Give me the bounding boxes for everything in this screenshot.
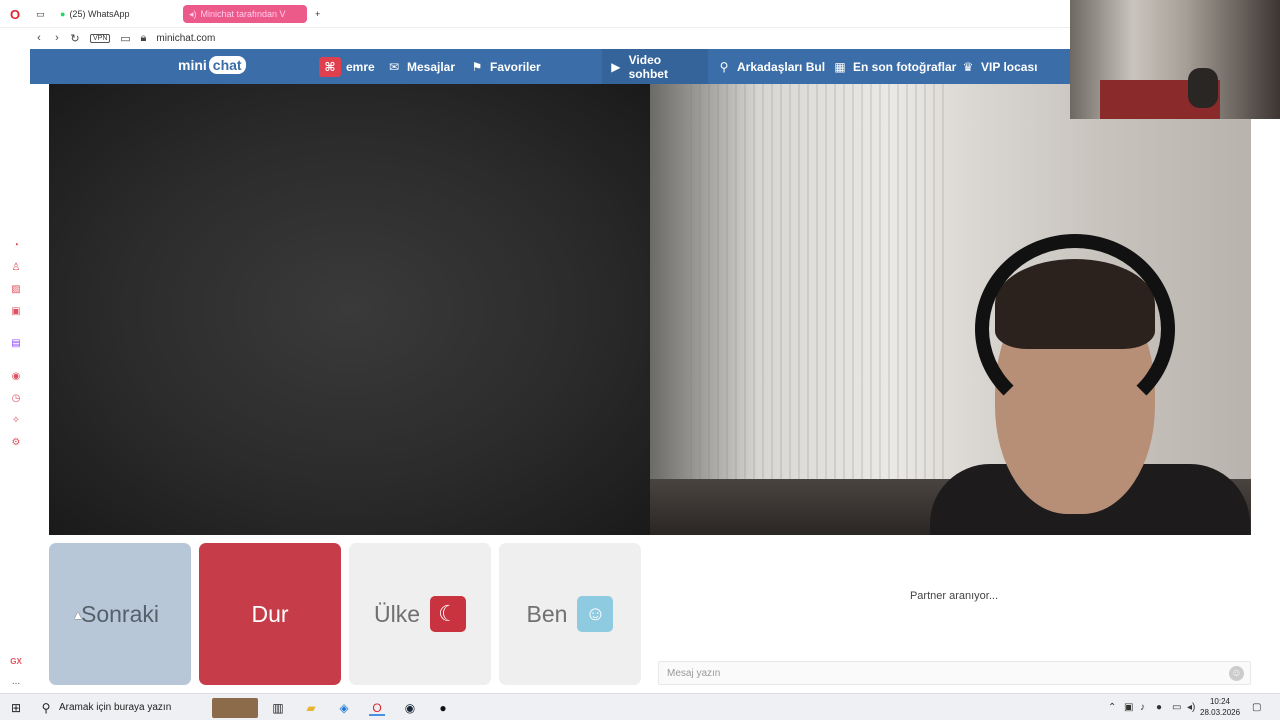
whatsapp-icon: ● — [60, 9, 66, 19]
search-icon: ⚲ — [41, 701, 51, 715]
reload-icon[interactable]: ↻ — [66, 32, 84, 45]
speaker-icon: ◂) — [189, 8, 197, 19]
lock-icon: 🔒︎ — [140, 31, 147, 44]
nav-messages[interactable]: ✉ Mesajlar — [380, 49, 461, 84]
next-button-label: Sonraki — [81, 600, 159, 627]
windows-start-icon[interactable]: ⊞ — [8, 700, 24, 716]
turkey-flag-icon: ☾ — [430, 596, 466, 632]
mouse-cursor: ▲ — [72, 608, 84, 622]
opera-gx-icon[interactable]: O — [369, 700, 385, 716]
tab-whatsapp-label: (25) WhatsApp — [69, 9, 130, 19]
camera-icon[interactable]: ▭ — [116, 32, 134, 45]
clock-date: 28.03.2026 — [1200, 708, 1241, 717]
history-icon[interactable]: ◷ — [10, 393, 22, 405]
gx-icon[interactable]: GX — [10, 656, 22, 668]
nav-video-chat-label: Video sohbet — [628, 52, 668, 81]
nav-favorites[interactable]: ⚑ Favoriler — [463, 49, 547, 84]
logo-chat: chat — [208, 56, 246, 74]
me-button[interactable]: Ben ☺ — [499, 543, 641, 685]
nav-messages-label: Mesajlar — [407, 59, 456, 74]
logo-mini: mini — [178, 57, 207, 73]
emoji-icon[interactable]: ☺ — [1229, 666, 1244, 681]
search-icon: ⚲ — [719, 59, 729, 74]
new-tab-button[interactable]: + — [309, 5, 326, 23]
nav-find-friends[interactable]: ⚲ Arkadaşları Bul — [710, 49, 831, 84]
pinboard-icon[interactable]: ▨ — [10, 284, 22, 296]
video-icon: ▶ — [611, 59, 621, 74]
envelope-icon: ✉ — [388, 59, 400, 74]
grid-icon: ▦ — [834, 59, 846, 74]
search-highlight-image — [212, 698, 258, 718]
url-field[interactable]: minichat.com — [156, 33, 215, 44]
taskbar-clock[interactable]: 10:24 28.03.2026 — [1200, 696, 1240, 718]
tab-minichat-label: Minichat tarafından V — [200, 9, 286, 19]
user-icon: ☺ — [577, 596, 614, 632]
extensions-icon[interactable]: ✧ — [10, 415, 22, 427]
nav-latest-photos[interactable]: ▦ En son fotoğraflar — [826, 49, 962, 84]
opera-menu-button[interactable]: O — [4, 5, 26, 23]
tab-minichat[interactable]: ◂) Minichat tarafından V — [183, 5, 307, 23]
mail-icon[interactable]: ◈ — [336, 700, 352, 716]
tab-whatsapp[interactable]: ● (25) WhatsApp — [54, 5, 135, 23]
nav-favorites-label: Favoriler — [490, 59, 541, 74]
windows-taskbar: ⊞ ⚲ Aramak için buraya yazın ▥ ▰ ◈ O ◉ ●… — [0, 693, 1280, 720]
volume-icon[interactable]: ◂) — [1187, 702, 1195, 713]
nav-vip-lounge-label: VIP locası — [981, 59, 1038, 74]
next-button[interactable]: Sonraki — [49, 543, 191, 685]
steam-icon[interactable]: ◉ — [402, 700, 418, 716]
crown-icon: ♛ — [962, 59, 974, 74]
task-view-icon[interactable]: ▥ — [270, 700, 286, 716]
country-button[interactable]: Ülke ☾ — [349, 543, 491, 685]
address-bar: ‹ › ↻ VPN ▭ 🔒︎ minichat.com — [0, 28, 1070, 48]
headset — [975, 234, 1175, 424]
message-placeholder: Mesaj yazın — [667, 667, 721, 679]
more-icon[interactable]: ... — [10, 676, 22, 688]
country-button-label: Ülke — [373, 600, 420, 627]
message-input[interactable]: Mesaj yazın ☺ — [658, 661, 1251, 685]
bookmark-icon: ⚑ — [471, 59, 483, 74]
workspace-icon: ▭ — [36, 8, 45, 19]
nav-find-friends-label: Arkadaşları Bul — [737, 59, 826, 74]
me-button-label: Ben — [526, 600, 568, 627]
minichat-logo[interactable]: mini chat — [178, 56, 246, 74]
nav-profile[interactable]: ⌘ emre — [313, 49, 381, 84]
webcam-overlay — [1070, 0, 1280, 119]
curtain-pattern — [690, 84, 950, 484]
self-video — [650, 84, 1251, 535]
tray-arrow-icon[interactable]: ⌃ — [1108, 702, 1116, 713]
nav-video-chat[interactable]: ▶ Video sohbet — [602, 49, 708, 84]
tab-workspace[interactable]: ▭ — [30, 5, 51, 23]
browser-sidebar: ◔ ♙ ▨ ▣ ▤ ◉ ◷ ✧ ⚙ GX ... — [0, 48, 32, 693]
nav-vip-lounge[interactable]: ♛ VIP locası — [954, 49, 1043, 84]
tray-app-icon[interactable]: ● — [1156, 702, 1162, 713]
player-icon[interactable]: ◉ — [10, 371, 22, 383]
nav-profile-label: emre — [346, 59, 375, 74]
settings-icon[interactable]: ⚙ — [10, 437, 22, 449]
file-explorer-icon[interactable]: ▰ — [303, 700, 319, 716]
nav-latest-photos-label: En son fotoğraflar — [853, 59, 957, 74]
vpn-badge[interactable]: VPN — [90, 33, 111, 43]
search-status: Partner aranıyor... — [909, 590, 999, 602]
webcam-person — [1188, 68, 1218, 108]
stop-button-label: Dur — [251, 600, 289, 627]
bot-icon[interactable]: ♙ — [10, 262, 22, 274]
twitch-icon[interactable]: ▤ — [10, 338, 22, 350]
speed-dial-icon[interactable]: ◔ — [10, 240, 22, 252]
app-icon[interactable]: ● — [435, 700, 451, 716]
microphone-icon[interactable]: ♪ — [1140, 702, 1145, 713]
site-navbar: mini chat ⌘ emre ✉ Mesajlar ⚑ Favoriler … — [30, 49, 1070, 84]
tray-device-icon[interactable]: ▣ — [1124, 702, 1133, 713]
messenger-icon[interactable]: ▣ — [10, 306, 22, 318]
clock-time: 10:24 — [1209, 697, 1231, 706]
opera-logo-icon: O — [10, 6, 21, 22]
gamepad-icon: ⌘ — [319, 56, 341, 77]
forward-icon[interactable]: › — [48, 32, 66, 44]
stop-button[interactable]: Dur — [199, 543, 341, 685]
taskbar-search-input[interactable]: Aramak için buraya yazın — [59, 702, 171, 713]
notifications-icon[interactable]: ▢ — [1252, 702, 1261, 713]
network-icon[interactable]: ▭ — [1172, 702, 1181, 713]
back-icon[interactable]: ‹ — [30, 32, 48, 44]
partner-video — [49, 84, 650, 535]
